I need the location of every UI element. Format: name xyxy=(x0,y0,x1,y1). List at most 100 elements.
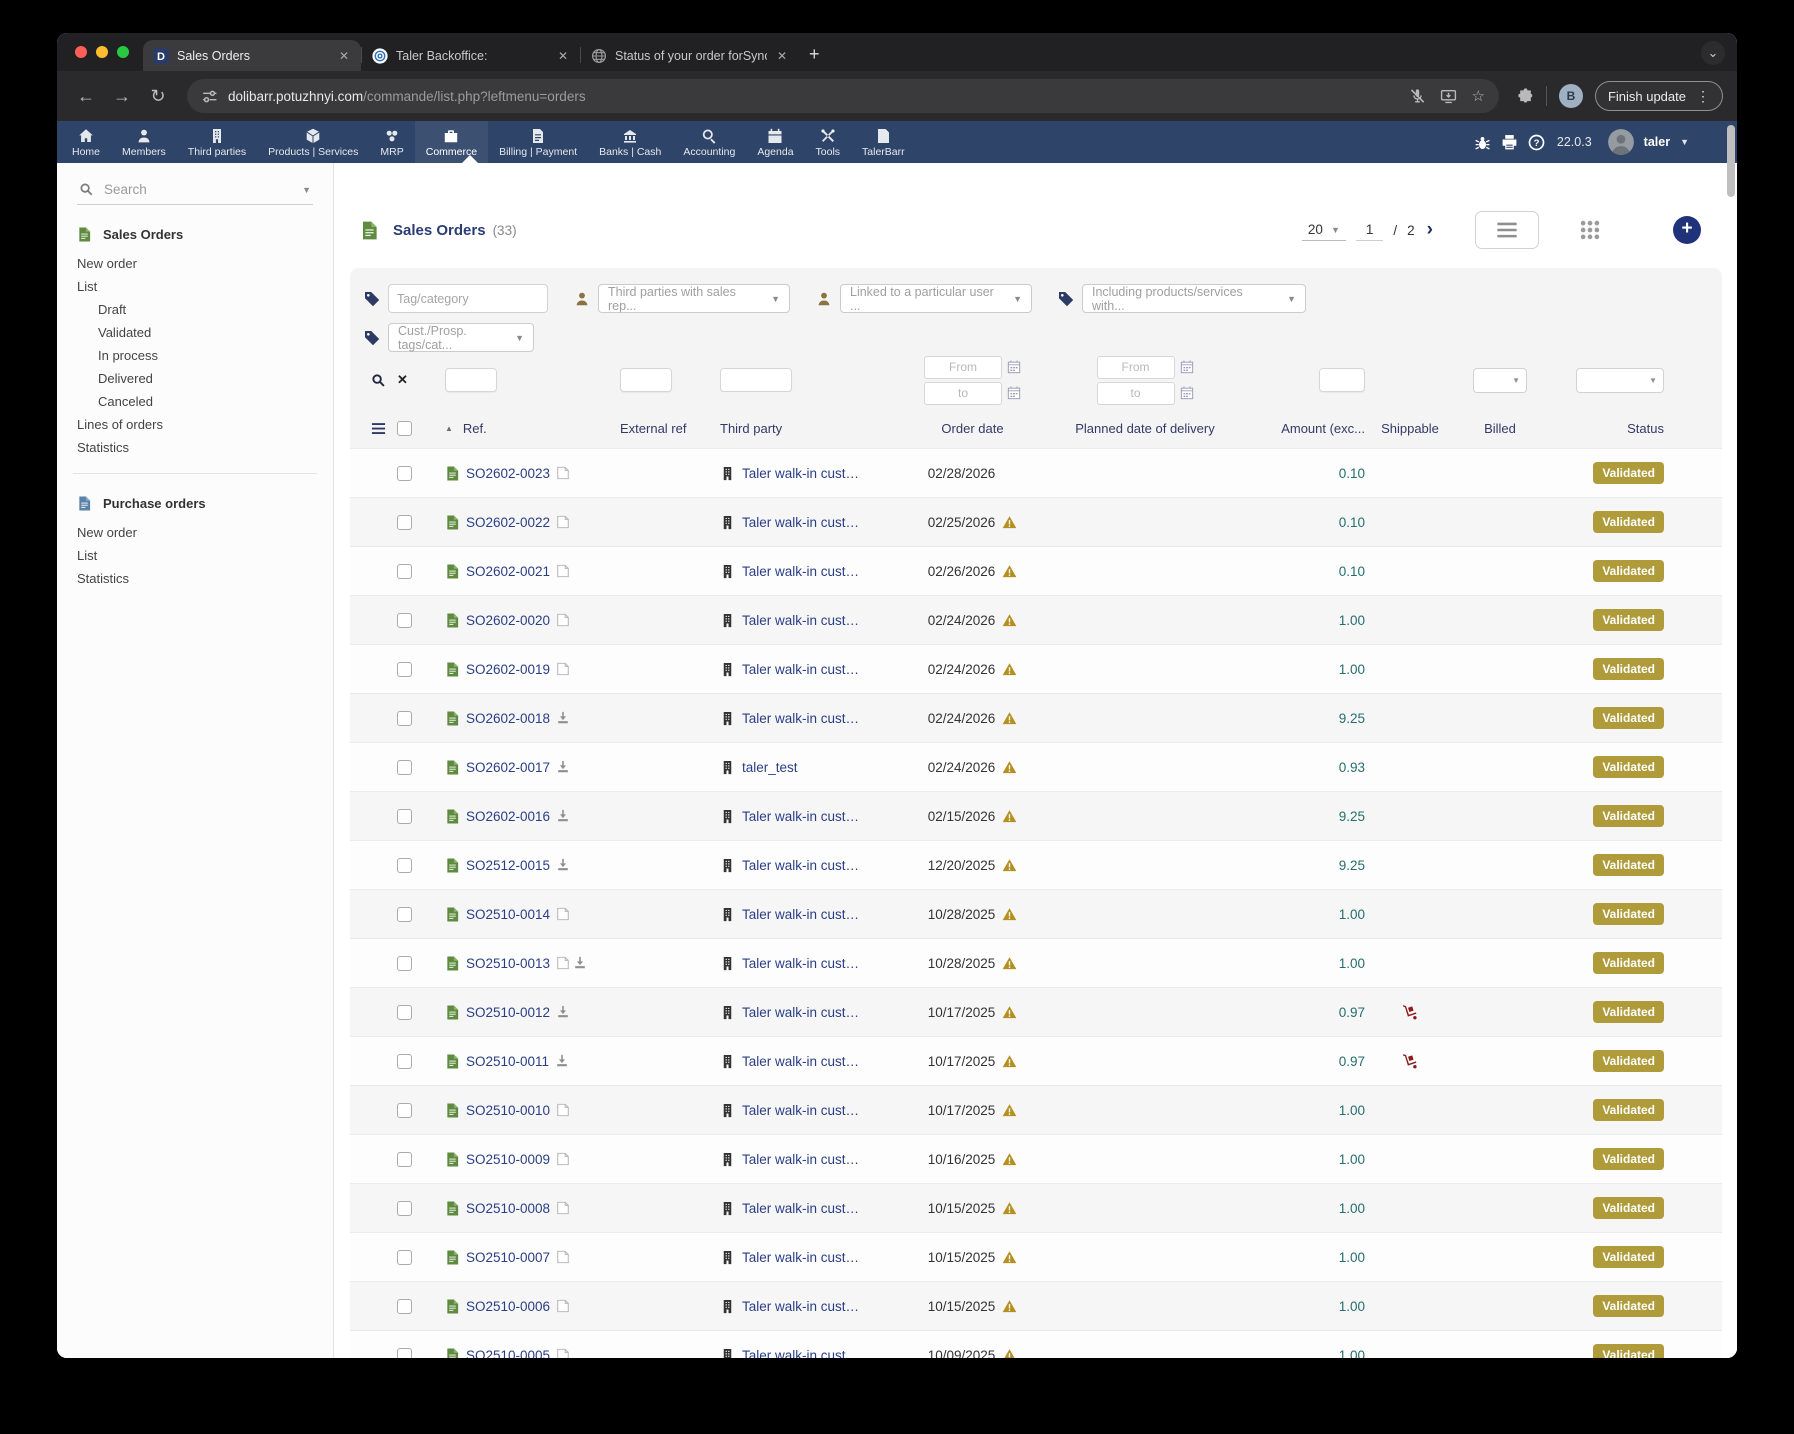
third-party-link[interactable]: Taler walk-in cust xyxy=(742,1348,846,1359)
order-ref-link[interactable]: SO2510-0011 xyxy=(466,1054,549,1069)
row-checkbox[interactable] xyxy=(397,956,412,971)
note-icon[interactable] xyxy=(556,613,570,627)
order-ref-link[interactable]: SO2510-0006 xyxy=(466,1299,550,1314)
menu-item-banks-cash[interactable]: Banks | Cash xyxy=(588,121,672,163)
menu-item-mrp[interactable]: MRP xyxy=(369,121,414,163)
sidebar-item-canceled[interactable]: Canceled xyxy=(77,390,313,413)
external-ref-search-input[interactable] xyxy=(620,368,672,392)
maximize-window-button[interactable] xyxy=(117,46,129,58)
sidebar-search[interactable]: Search ▼ xyxy=(77,175,313,205)
order-ref-link[interactable]: SO2512-0015 xyxy=(466,858,550,873)
header-order-date[interactable]: Order date xyxy=(895,421,1050,436)
extensions-icon[interactable] xyxy=(1517,88,1534,105)
browser-tab[interactable]: Status of your order forSync✕ xyxy=(581,40,799,71)
download-icon[interactable] xyxy=(556,711,570,725)
billed-filter-select[interactable]: ▼ xyxy=(1473,368,1527,393)
menu-item-home[interactable]: Home xyxy=(61,121,111,163)
sales-rep-select[interactable]: Third parties with sales rep...▼ xyxy=(598,284,790,313)
menu-item-accounting[interactable]: Accounting xyxy=(672,121,746,163)
row-checkbox[interactable] xyxy=(397,1348,412,1359)
third-party-link[interactable]: Taler walk-in cust… xyxy=(742,1250,859,1265)
tab-close-icon[interactable]: ✕ xyxy=(337,49,351,63)
calendar-icon[interactable] xyxy=(1007,386,1021,400)
sidebar-item-statistics[interactable]: Statistics xyxy=(77,567,313,590)
order-ref-link[interactable]: SO2602-0022 xyxy=(466,515,550,530)
third-party-link[interactable]: Taler walk-in cust… xyxy=(742,1299,859,1314)
third-party-link[interactable]: Taler walk-in cust… xyxy=(742,466,859,481)
help-icon[interactable]: ? xyxy=(1528,134,1545,151)
header-external-ref[interactable]: External ref xyxy=(620,421,720,436)
profile-avatar[interactable]: B xyxy=(1559,84,1583,108)
header-shippable[interactable]: Shippable xyxy=(1365,421,1455,436)
header-amount[interactable]: Amount (exc... xyxy=(1240,421,1365,436)
third-party-link[interactable]: Taler walk-in cust… xyxy=(742,809,859,824)
planned-date-to-input[interactable] xyxy=(1097,382,1175,405)
header-third-party[interactable]: Third party xyxy=(720,421,895,436)
bookmark-star-icon[interactable]: ☆ xyxy=(1471,87,1484,105)
row-checkbox[interactable] xyxy=(397,907,412,922)
order-ref-link[interactable]: SO2510-0005 xyxy=(466,1348,550,1359)
user-menu-caret-icon[interactable]: ▼ xyxy=(1680,137,1689,147)
row-checkbox[interactable] xyxy=(397,711,412,726)
order-ref-link[interactable]: SO2602-0023 xyxy=(466,466,550,481)
finish-update-button[interactable]: Finish update ⋮ xyxy=(1595,81,1723,111)
next-page-button[interactable]: › xyxy=(1427,219,1433,241)
note-icon[interactable] xyxy=(556,564,570,578)
third-party-search-input[interactable] xyxy=(720,368,792,392)
header-planned-date[interactable]: Planned date of delivery xyxy=(1050,421,1240,436)
amount-search-input[interactable] xyxy=(1319,368,1365,392)
row-checkbox[interactable] xyxy=(397,466,412,481)
note-icon[interactable] xyxy=(556,1250,570,1264)
row-checkbox[interactable] xyxy=(397,662,412,677)
download-icon[interactable] xyxy=(573,956,587,970)
tab-close-icon[interactable]: ✕ xyxy=(556,49,570,63)
row-checkbox[interactable] xyxy=(397,1005,412,1020)
printer-icon[interactable] xyxy=(1501,134,1518,151)
third-party-link[interactable]: Taler walk-in cust… xyxy=(742,515,859,530)
forward-button[interactable]: → xyxy=(107,81,137,111)
third-party-link[interactable]: Taler walk-in cust… xyxy=(742,613,859,628)
menu-item-agenda[interactable]: Agenda xyxy=(746,121,804,163)
order-ref-link[interactable]: SO2510-0008 xyxy=(466,1201,550,1216)
order-ref-link[interactable]: SO2510-0014 xyxy=(466,907,550,922)
third-party-link[interactable]: Taler walk-in cust… xyxy=(742,711,859,726)
note-icon[interactable] xyxy=(556,907,570,921)
note-icon[interactable] xyxy=(556,956,570,970)
mic-off-icon[interactable] xyxy=(1409,88,1426,105)
sidebar-item-validated[interactable]: Validated xyxy=(77,321,313,344)
sidebar-item-new-order[interactable]: New order xyxy=(77,521,313,544)
user-avatar[interactable] xyxy=(1608,129,1634,155)
third-party-link[interactable]: Taler walk-in cust… xyxy=(742,1152,859,1167)
order-ref-link[interactable]: SO2602-0020 xyxy=(466,613,550,628)
row-checkbox[interactable] xyxy=(397,1054,412,1069)
ref-search-input[interactable] xyxy=(445,368,497,392)
note-icon[interactable] xyxy=(556,1201,570,1215)
order-ref-link[interactable]: SO2510-0013 xyxy=(466,956,550,971)
header-status[interactable]: Status xyxy=(1545,421,1722,436)
download-icon[interactable] xyxy=(555,1054,569,1068)
order-ref-link[interactable]: SO2510-0010 xyxy=(466,1103,550,1118)
download-icon[interactable] xyxy=(556,1005,570,1019)
order-ref-link[interactable]: SO2510-0012 xyxy=(466,1005,550,1020)
row-checkbox[interactable] xyxy=(397,1299,412,1314)
sidebar-item-lines-of-orders[interactable]: Lines of orders xyxy=(77,413,313,436)
note-icon[interactable] xyxy=(556,1348,570,1358)
run-search-icon[interactable] xyxy=(371,373,386,388)
third-party-link[interactable]: Taler walk-in cust… xyxy=(742,1201,859,1216)
menu-item-members[interactable]: Members xyxy=(111,121,177,163)
minimize-window-button[interactable] xyxy=(96,46,108,58)
third-party-link[interactable]: taler_test xyxy=(742,760,798,775)
order-ref-link[interactable]: SO2510-0009 xyxy=(466,1152,550,1167)
calendar-icon[interactable] xyxy=(1180,386,1194,400)
tab-search-button[interactable]: ⌄ xyxy=(1701,41,1725,65)
page-number-input[interactable]: 1 xyxy=(1356,219,1384,241)
linked-user-select[interactable]: Linked to a particular user ...▼ xyxy=(840,284,1032,313)
note-icon[interactable] xyxy=(556,1299,570,1313)
browser-menu-icon[interactable]: ⋮ xyxy=(1696,88,1710,105)
order-ref-link[interactable]: SO2602-0016 xyxy=(466,809,550,824)
order-ref-link[interactable]: SO2602-0021 xyxy=(466,564,550,579)
grid-view-button[interactable] xyxy=(1579,219,1601,241)
third-party-link[interactable]: Taler walk-in cust… xyxy=(742,956,859,971)
scrollbar-thumb[interactable] xyxy=(1727,125,1735,197)
close-window-button[interactable] xyxy=(75,46,87,58)
